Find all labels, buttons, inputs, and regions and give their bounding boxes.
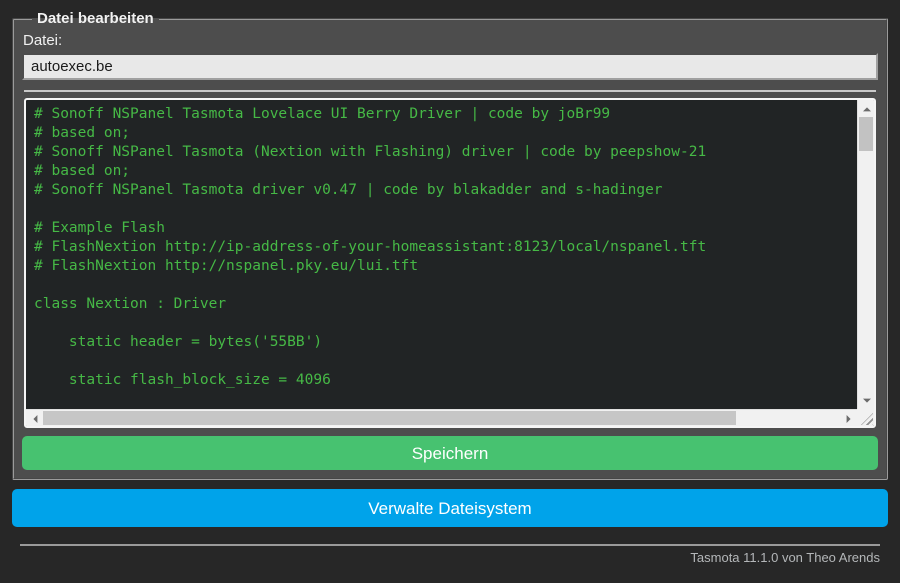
code-line: # FlashNextion http://nspanel.pky.eu/lui… — [34, 258, 419, 274]
code-line: # based on; — [34, 163, 131, 179]
horizontal-scrollbar-thumb[interactable] — [43, 411, 737, 425]
code-line: # Sonoff NSPanel Tasmota Lovelace UI Ber… — [34, 106, 611, 122]
divider — [24, 90, 876, 92]
scroll-left-icon[interactable] — [26, 410, 43, 426]
code-editor-textarea[interactable]: # Sonoff NSPanel Tasmota Lovelace UI Ber… — [24, 98, 876, 428]
resize-grip-icon[interactable] — [857, 409, 874, 426]
footer-divider — [20, 544, 880, 546]
vertical-scrollbar-track[interactable] — [858, 117, 874, 392]
code-line: # FlashNextion http://ip-address-of-your… — [34, 239, 707, 255]
code-line: static flash_block_size = 4096 — [34, 372, 331, 388]
horizontal-scrollbar-track[interactable] — [43, 410, 840, 426]
scroll-down-icon[interactable] — [858, 392, 874, 409]
footer: Tasmota 11.1.0 von Theo Arends — [12, 544, 888, 565]
file-name-input[interactable] — [22, 53, 878, 80]
manage-filesystem-button[interactable]: Verwalte Dateisystem — [12, 489, 888, 527]
save-button[interactable]: Speichern — [22, 436, 878, 470]
code-line: class Nextion : Driver — [34, 296, 227, 312]
code-line: # Sonoff NSPanel Tasmota (Nextion with F… — [34, 144, 707, 160]
vertical-scrollbar-thumb[interactable] — [859, 117, 873, 151]
scroll-right-icon[interactable] — [840, 410, 857, 426]
vertical-scrollbar[interactable] — [857, 100, 874, 409]
code-content[interactable]: # Sonoff NSPanel Tasmota Lovelace UI Ber… — [26, 100, 857, 409]
code-line: # Sonoff NSPanel Tasmota driver v0.47 | … — [34, 182, 663, 198]
main-container: Datei bearbeiten Datei: # Sonoff NSPanel… — [0, 0, 900, 565]
horizontal-scrollbar[interactable] — [26, 409, 857, 426]
code-line: # based on; — [34, 125, 131, 141]
code-line: # Example Flash — [34, 220, 165, 236]
scroll-up-icon[interactable] — [858, 100, 874, 117]
footer-version-text: Tasmota 11.1.0 von Theo Arends — [690, 550, 880, 565]
fieldset-legend: Datei bearbeiten — [37, 10, 154, 27]
code-line: static header = bytes('55BB') — [34, 334, 323, 350]
page: { "editor": { "legend": "Datei bearbeite… — [0, 0, 900, 583]
edit-file-fieldset: Datei bearbeiten Datei: # Sonoff NSPanel… — [12, 10, 888, 480]
file-label: Datei: — [23, 32, 63, 49]
